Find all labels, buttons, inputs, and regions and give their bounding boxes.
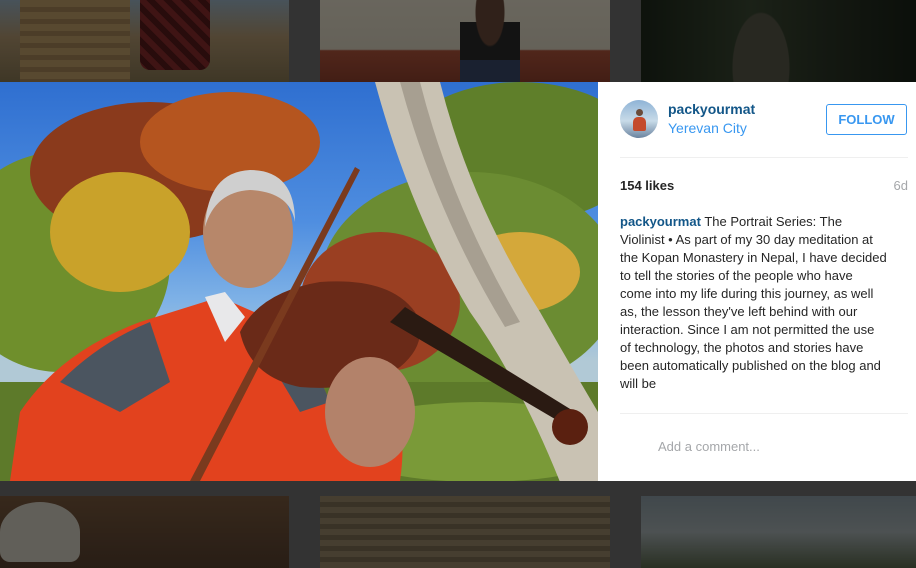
post-details-panel: packyourmat Yerevan City FOLLOW 154 like… xyxy=(598,82,916,481)
comment-input[interactable] xyxy=(658,434,898,458)
caption-username-link[interactable]: packyourmat xyxy=(620,214,701,229)
caption-text: The Portrait Series: The Violinist • As … xyxy=(620,214,887,391)
user-avatar[interactable] xyxy=(620,100,658,138)
post-modal: packyourmat Yerevan City FOLLOW 154 like… xyxy=(0,82,916,481)
violinist-photo-illustration xyxy=(0,82,598,481)
post-header: packyourmat Yerevan City FOLLOW xyxy=(620,96,908,158)
grid-thumbnail[interactable] xyxy=(0,0,289,82)
post-timestamp[interactable]: 6d xyxy=(894,178,908,193)
likes-row: 154 likes 6d xyxy=(620,178,908,196)
comment-area xyxy=(620,413,908,481)
follow-button[interactable]: FOLLOW xyxy=(826,104,907,135)
likes-count[interactable]: 154 likes xyxy=(620,178,674,193)
grid-thumbnail[interactable] xyxy=(641,0,916,82)
post-caption: packyourmat The Portrait Series: The Vio… xyxy=(620,213,888,411)
grid-thumbnail[interactable] xyxy=(641,496,916,568)
grid-thumbnail[interactable] xyxy=(320,0,610,82)
post-photo[interactable] xyxy=(0,82,598,481)
username-link[interactable]: packyourmat xyxy=(668,101,755,117)
grid-thumbnail[interactable] xyxy=(320,496,610,568)
location-link[interactable]: Yerevan City xyxy=(668,120,747,136)
grid-thumbnail[interactable] xyxy=(0,496,289,568)
